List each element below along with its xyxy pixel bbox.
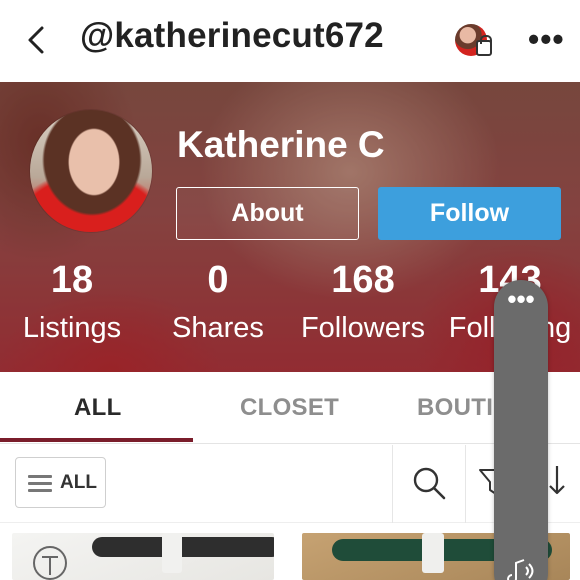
- audio-icon[interactable]: [506, 555, 536, 580]
- floating-control-pill[interactable]: •••: [494, 280, 548, 580]
- active-tab-indicator: [0, 438, 193, 442]
- profile-avatar[interactable]: [30, 110, 152, 232]
- search-icon[interactable]: [411, 465, 447, 501]
- hamburger-icon: [28, 475, 52, 492]
- sort-icon[interactable]: [545, 463, 569, 497]
- stat-label: Listings: [22, 312, 122, 344]
- about-button[interactable]: About: [176, 187, 359, 240]
- stat-value: 0: [207, 259, 229, 301]
- stat-value: 18: [50, 259, 94, 301]
- stat-value: 168: [331, 259, 395, 301]
- follow-button[interactable]: Follow: [378, 187, 561, 240]
- stat-label: Shares: [172, 312, 264, 344]
- profile-handle: @katherinecut672: [80, 16, 384, 55]
- stat-followers[interactable]: 168 Followers: [293, 258, 433, 348]
- filter-bar: ALL: [0, 445, 580, 523]
- closet-tabs: ALL CLOSET BOUTIQUE: [0, 372, 580, 444]
- top-bar: @katherinecut672 •••: [0, 0, 580, 82]
- listing-thumbnail[interactable]: [12, 533, 274, 580]
- category-filter-button[interactable]: ALL: [15, 457, 106, 508]
- belt-strap: [92, 537, 274, 557]
- belt-tag: [162, 533, 182, 573]
- profile-name: Katherine C: [177, 124, 385, 165]
- tab-closet[interactable]: CLOSET: [240, 394, 339, 422]
- more-horizontal-icon[interactable]: •••: [528, 23, 565, 55]
- chevron-left-icon[interactable]: [22, 22, 52, 58]
- stat-listings[interactable]: 18 Listings: [2, 258, 142, 348]
- tab-all[interactable]: ALL: [74, 394, 122, 422]
- belt-tag: [422, 533, 444, 573]
- brand-logo-icon: [33, 546, 67, 580]
- divider: [392, 445, 393, 523]
- stat-label: Followers: [300, 312, 426, 344]
- more-horizontal-icon[interactable]: •••: [494, 286, 548, 312]
- stat-shares[interactable]: 0 Shares: [148, 258, 288, 348]
- category-filter-label: ALL: [60, 472, 97, 493]
- shopping-bag-icon[interactable]: [476, 35, 492, 56]
- divider: [465, 445, 466, 523]
